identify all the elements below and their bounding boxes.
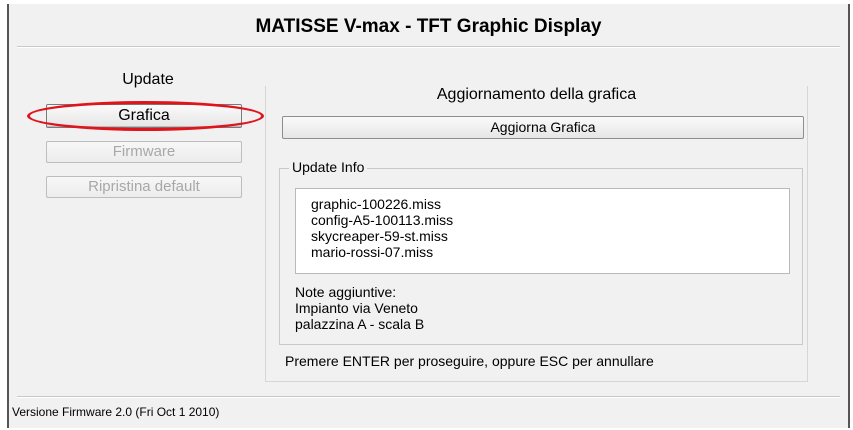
list-item[interactable]: skycreaper-59-st.miss [311,228,789,244]
grafica-button[interactable]: Grafica [46,104,242,128]
additional-notes: Note aggiuntive: Impianto via Veneto pal… [295,284,424,332]
notes-heading: Note aggiuntive: [295,284,397,300]
update-info-legend: Update Info [289,159,368,175]
list-item[interactable]: mario-rossi-07.miss [311,244,789,260]
update-files-list[interactable]: graphic-100226.miss config-A5-100113.mis… [295,188,790,274]
title-divider [17,46,840,48]
notes-line: Impianto via Veneto [295,300,418,316]
instruction-text: Premere ENTER per proseguire, oppure ESC… [285,353,654,369]
footer-divider [17,396,840,398]
firmware-button[interactable]: Firmware [46,141,242,163]
ripristina-default-button[interactable]: Ripristina default [46,176,242,198]
panel-heading: Aggiornamento della grafica [436,86,637,103]
notes-line: palazzina A - scala B [295,316,425,332]
aggiorna-grafica-button[interactable]: Aggiorna Grafica [282,116,804,139]
window-title: MATISSE V-max - TFT Graphic Display [255,16,602,37]
firmware-version-status: Versione Firmware 2.0 (Fri Oct 1 2010) [12,405,220,419]
list-item[interactable]: config-A5-100113.miss [311,212,789,228]
update-group-label: Update [122,71,174,88]
list-item[interactable]: graphic-100226.miss [311,196,789,212]
